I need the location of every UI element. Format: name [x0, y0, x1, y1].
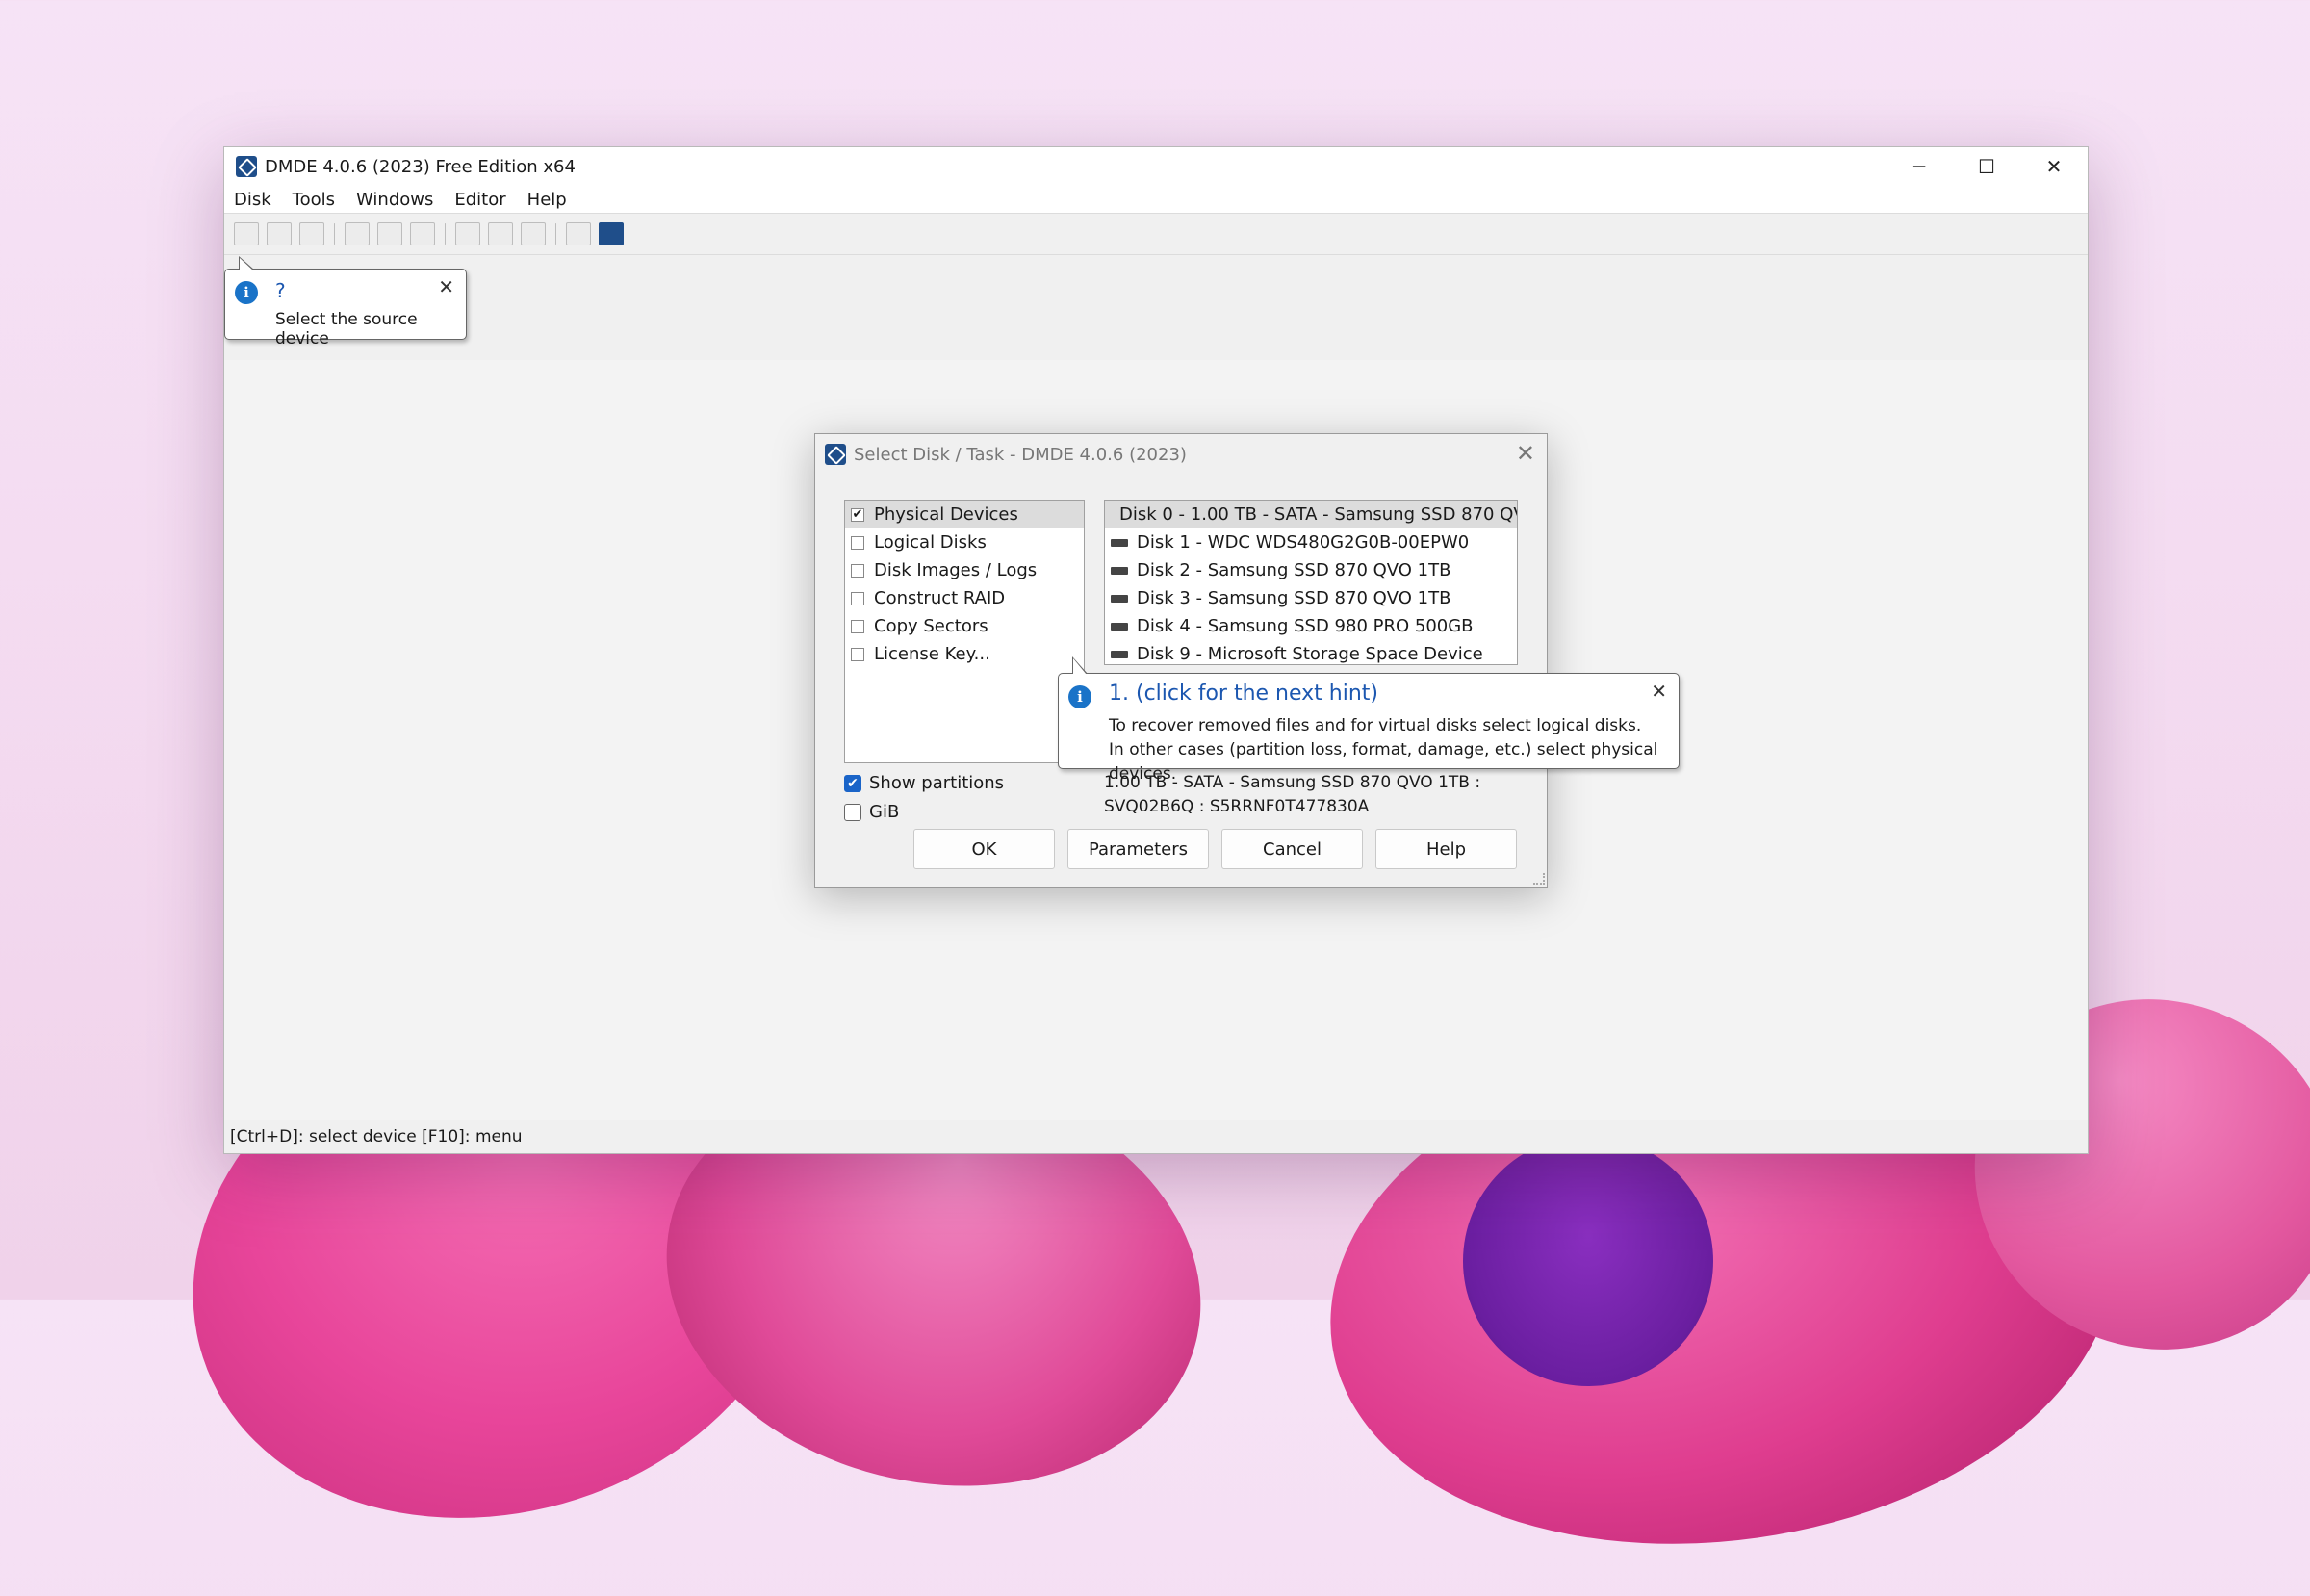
resize-grip[interactable] — [1533, 873, 1545, 885]
task-item[interactable]: Disk Images / Logs — [845, 556, 1084, 584]
parameters-button[interactable]: Parameters — [1067, 829, 1209, 869]
task-item[interactable]: Logical Disks — [845, 528, 1084, 556]
document-icon[interactable] — [410, 222, 435, 245]
toolbar-separator — [555, 223, 556, 245]
disk-item[interactable]: Disk 9 - Microsoft Storage Space Device — [1105, 640, 1517, 664]
task-item[interactable]: Construct RAID — [845, 584, 1084, 612]
dmde-logo-icon — [236, 156, 257, 177]
status-bar: [Ctrl+D]: select device [F10]: menu — [224, 1120, 2088, 1153]
dmde-logo-icon — [825, 444, 846, 465]
disk-label: Disk 9 - Microsoft Storage Space Device — [1137, 644, 1483, 664]
task-checkbox[interactable] — [851, 591, 864, 605]
search-icon[interactable] — [345, 222, 370, 245]
disk-item[interactable]: Disk 0 - 1.00 TB - SATA - Samsung SSD 87… — [1105, 501, 1517, 528]
disk-label: Disk 0 - 1.00 TB - SATA - Samsung SSD 87… — [1119, 504, 1518, 525]
hint-text: To recover removed files and for virtual… — [1109, 714, 1679, 786]
disk-item[interactable]: Disk 3 - Samsung SSD 870 QVO 1TB — [1105, 584, 1517, 612]
task-hint-balloon[interactable]: i 1. (click for the next hint) To recove… — [1058, 656, 1680, 784]
source-device-hint[interactable]: i ? Select the source device ✕ — [224, 256, 467, 348]
selected-device-line2: SVQ02B6Q : S5RRNF0T477830A — [1104, 797, 1370, 816]
dialog-close-icon[interactable]: ✕ — [1516, 440, 1535, 467]
gib-option[interactable]: GiB — [844, 802, 899, 822]
disk-icon — [1111, 650, 1128, 658]
task-checkbox[interactable]: ✔ — [851, 507, 864, 522]
task-label: Disk Images / Logs — [874, 560, 1038, 580]
disk-item[interactable]: Disk 1 - WDC WDS480G2G0B-00EPW0 — [1105, 528, 1517, 556]
show-partitions-label: Show partitions — [869, 773, 1005, 793]
gib-checkbox[interactable] — [844, 803, 861, 821]
hint-text: Select the source device — [275, 310, 418, 348]
menu-bar: Disk Tools Windows Editor Help — [224, 186, 2088, 214]
gib-label: GiB — [869, 802, 900, 822]
play-icon[interactable] — [299, 222, 324, 245]
list-view-icon[interactable] — [488, 222, 513, 245]
task-label: Physical Devices — [874, 504, 1018, 525]
title-bar[interactable]: DMDE 4.0.6 (2023) Free Edition x64 ─ ☐ ✕ — [224, 147, 2088, 186]
find-icon[interactable] — [377, 222, 402, 245]
task-item[interactable]: ✔ Physical Devices — [845, 501, 1084, 528]
menu-editor[interactable]: Editor — [454, 190, 505, 210]
disk-list: Disk 0 - 1.00 TB - SATA - Samsung SSD 87… — [1104, 500, 1518, 665]
disk-icon — [1111, 566, 1128, 575]
tool-area: i ? Select the source device ✕ — [224, 255, 2088, 362]
partitions-icon[interactable] — [267, 222, 292, 245]
ok-button[interactable]: OK — [913, 829, 1055, 869]
toolbar-separator — [334, 223, 335, 245]
task-checkbox[interactable] — [851, 563, 864, 578]
hint-close-icon[interactable]: ✕ — [438, 275, 454, 298]
task-label: Copy Sectors — [874, 616, 988, 636]
task-label: License Key... — [874, 644, 990, 664]
dialog-title: Select Disk / Task - DMDE 4.0.6 (2023) — [854, 444, 1187, 465]
disk-icon — [1111, 538, 1128, 547]
panel-view-icon[interactable] — [521, 222, 546, 245]
menu-windows[interactable]: Windows — [356, 190, 433, 210]
disk-label: Disk 2 - Samsung SSD 870 QVO 1TB — [1137, 560, 1451, 580]
task-item[interactable]: Copy Sectors — [845, 612, 1084, 640]
hint-close-icon[interactable]: ✕ — [1651, 680, 1667, 703]
disk-icon — [1111, 594, 1128, 603]
hint-title: ? — [275, 279, 286, 302]
select-disk-dialog: Select Disk / Task - DMDE 4.0.6 (2023) ✕… — [814, 433, 1680, 888]
task-label: Logical Disks — [874, 532, 987, 553]
hint-tail — [240, 258, 253, 270]
task-checkbox[interactable] — [851, 535, 864, 550]
menu-disk[interactable]: Disk — [234, 190, 271, 210]
disk-label: Disk 3 - Samsung SSD 870 QVO 1TB — [1137, 588, 1451, 608]
show-partitions-checkbox[interactable]: ✔ — [844, 774, 861, 792]
info-icon: i — [1068, 685, 1091, 708]
hint-title[interactable]: 1. (click for the next hint) — [1109, 682, 1378, 706]
hint-tail — [1073, 658, 1087, 675]
hint-line-1: To recover removed files and for virtual… — [1109, 716, 1642, 735]
windows-layout-icon[interactable] — [566, 222, 591, 245]
disk-label: Disk 4 - Samsung SSD 980 PRO 500GB — [1137, 616, 1474, 636]
hex-view-icon[interactable] — [455, 222, 480, 245]
menu-help[interactable]: Help — [527, 190, 567, 210]
maximize-button[interactable]: ☐ — [1953, 147, 2020, 186]
dialog-title-bar[interactable]: Select Disk / Task - DMDE 4.0.6 (2023) ✕ — [815, 434, 1547, 475]
menu-tools[interactable]: Tools — [293, 190, 335, 210]
disk-item[interactable]: Disk 2 - Samsung SSD 870 QVO 1TB — [1105, 556, 1517, 584]
help-button[interactable]: Help — [1375, 829, 1517, 869]
disk-icon — [1111, 622, 1128, 631]
task-label: Construct RAID — [874, 588, 1006, 608]
info-icon: i — [235, 281, 258, 304]
toolbar — [224, 214, 2088, 255]
hint-line-2: In other cases (partition loss, format, … — [1109, 740, 1658, 784]
task-checkbox[interactable] — [851, 619, 864, 633]
close-button[interactable]: ✕ — [2020, 147, 2088, 186]
show-partitions-option[interactable]: ✔ Show partitions — [844, 773, 1004, 793]
task-item[interactable]: License Key... — [845, 640, 1084, 668]
task-checkbox[interactable] — [851, 647, 864, 661]
status-text: [Ctrl+D]: select device [F10]: menu — [230, 1127, 523, 1146]
dmde-toolbar-icon[interactable] — [599, 222, 624, 245]
minimize-button[interactable]: ─ — [1886, 147, 1953, 186]
disk-label: Disk 1 - WDC WDS480G2G0B-00EPW0 — [1137, 532, 1470, 553]
toolbar-separator — [445, 223, 446, 245]
cancel-button[interactable]: Cancel — [1221, 829, 1363, 869]
task-list: ✔ Physical Devices Logical Disks Disk Ima… — [844, 500, 1085, 763]
select-device-icon[interactable] — [234, 222, 259, 245]
disk-item[interactable]: Disk 4 - Samsung SSD 980 PRO 500GB — [1105, 612, 1517, 640]
window-title: DMDE 4.0.6 (2023) Free Edition x64 — [265, 156, 576, 177]
wallpaper-petal — [1463, 1136, 1713, 1386]
